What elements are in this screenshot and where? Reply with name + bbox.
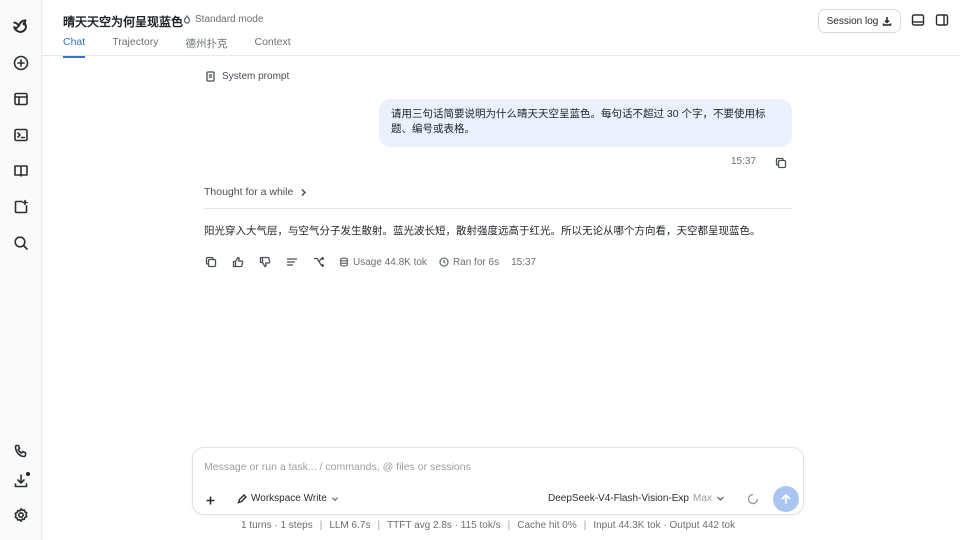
edit-icon <box>237 493 247 504</box>
divider <box>204 208 792 209</box>
usage-label: Usage 44.8K tok <box>353 256 427 268</box>
settings-icon[interactable] <box>11 505 31 525</box>
download-icon <box>883 17 892 26</box>
plus-icon <box>206 496 214 504</box>
turns-stat: 1 turns · 1 steps <box>241 520 313 531</box>
database-icon <box>339 257 349 267</box>
side-panel-toggle-icon[interactable] <box>935 13 949 27</box>
branch-icon[interactable] <box>312 255 326 269</box>
llm-stat: LLM 6.7s <box>329 520 371 531</box>
mode-icon <box>183 14 191 24</box>
mode-label: Standard mode <box>195 14 264 25</box>
add-image-icon[interactable] <box>11 197 31 217</box>
copy-response-icon[interactable] <box>204 255 218 269</box>
chevron-down-icon <box>331 496 338 501</box>
top-bar: 晴天天空为何呈现蓝色 Standard mode Chat Trajectory… <box>42 0 960 58</box>
cache-stat: Cache hit 0% <box>517 520 577 531</box>
arrow-up-icon <box>781 494 791 504</box>
loading-icon <box>747 492 761 506</box>
tab-chat[interactable]: Chat <box>63 36 86 58</box>
logo-icon[interactable] <box>11 16 31 36</box>
answer-time: 15:37 <box>511 256 537 268</box>
message-input[interactable] <box>204 458 784 476</box>
usage-stat: Usage 44.8K tok <box>339 257 427 268</box>
copy-icon[interactable] <box>775 156 787 169</box>
notification-dot <box>26 472 30 476</box>
thought-toggle[interactable]: Thought for a while <box>204 186 308 198</box>
user-message-time: 15:37 <box>731 156 757 167</box>
thumbs-up-icon[interactable] <box>231 255 245 269</box>
tab-trajectory[interactable]: Trajectory <box>112 36 158 58</box>
download-icon[interactable] <box>11 471 31 491</box>
system-prompt-label: System prompt <box>222 71 290 82</box>
separator: | <box>507 520 511 531</box>
model-level: Max <box>693 493 712 504</box>
tab-bar: Chat Trajectory 德州扑克 Context <box>63 36 318 58</box>
bottom-panel-toggle-icon[interactable] <box>911 13 925 27</box>
chevron-right-icon <box>301 188 307 196</box>
message-composer: Workspace Write DeepSeek-V4-Flash-Vision… <box>192 447 804 515</box>
run-time-stat: Ran for 6s <box>439 257 499 268</box>
workspace-mode-label: Workspace Write <box>251 493 327 504</box>
chevron-down-icon <box>716 496 724 501</box>
model-select[interactable]: DeepSeek-V4-Flash-Vision-Exp Max <box>548 493 725 504</box>
ttft-stat: TTFT avg 2.8s · 115 tok/s <box>387 520 501 531</box>
search-icon[interactable] <box>11 233 31 253</box>
message-actions: Usage 44.8K tok Ran for 6s 15:37 <box>204 255 548 269</box>
send-button[interactable] <box>773 486 799 512</box>
separator: | <box>319 520 323 531</box>
status-bar: 1 turns · 1 steps | LLM 6.7s | TTFT avg … <box>241 520 735 531</box>
tab-context[interactable]: Context <box>254 36 290 58</box>
phone-icon[interactable] <box>11 441 31 461</box>
left-sidebar <box>0 0 42 540</box>
user-message: 请用三句话简要说明为什么晴天天空呈蓝色。每句话不超过 30 个字，不要使用标题、… <box>379 99 792 147</box>
book-icon[interactable] <box>11 161 31 181</box>
layout-icon[interactable] <box>11 89 31 109</box>
session-log-label: Session log <box>826 15 879 27</box>
document-icon <box>206 71 215 82</box>
run-time-label: Ran for 6s <box>452 256 500 268</box>
tab-texas-poker[interactable]: 德州扑克 <box>185 36 227 58</box>
assistant-message: 阳光穿入大气层，与空气分子发生散射。蓝光波长短，散射强度远高于红光。所以无论从哪… <box>204 225 761 237</box>
attach-button[interactable] <box>200 490 220 510</box>
thought-label: Thought for a while <box>204 186 294 198</box>
separator: | <box>583 520 587 531</box>
new-chat-icon[interactable] <box>11 53 31 73</box>
model-name: DeepSeek-V4-Flash-Vision-Exp <box>548 493 689 504</box>
workspace-mode-select[interactable]: Workspace Write <box>237 493 339 504</box>
text-align-icon[interactable] <box>285 255 299 269</box>
thumbs-down-icon[interactable] <box>258 255 272 269</box>
separator: | <box>377 520 381 531</box>
clock-icon <box>439 257 449 267</box>
main-panel: 晴天天空为何呈现蓝色 Standard mode Chat Trajectory… <box>42 0 960 540</box>
page-title: 晴天天空为何呈现蓝色 <box>63 15 184 29</box>
session-log-button[interactable]: Session log <box>818 9 901 33</box>
terminal-icon[interactable] <box>11 125 31 145</box>
system-prompt-toggle[interactable]: System prompt <box>205 71 289 82</box>
mode-indicator[interactable]: Standard mode <box>182 14 263 25</box>
token-stat: Input 44.3K tok · Output 442 tok <box>593 520 736 531</box>
